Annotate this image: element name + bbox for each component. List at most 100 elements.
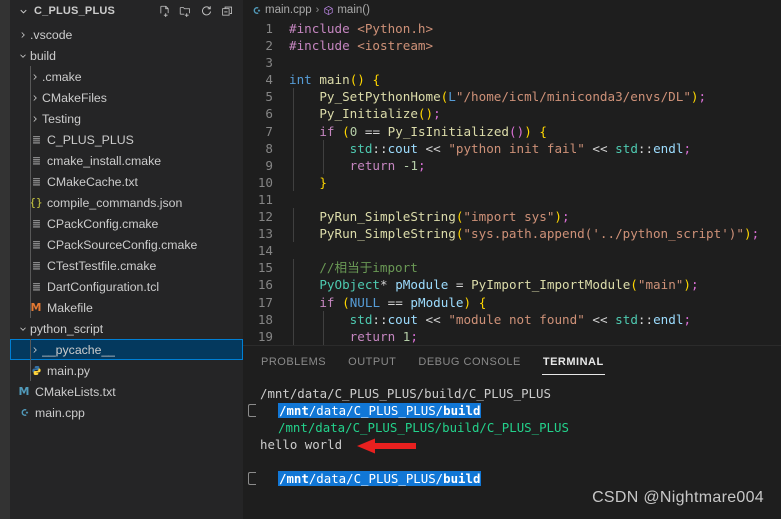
terminal-path-green: /mnt/data/C_PLUS_PLUS/build/C_PLUS_PLUS bbox=[278, 420, 569, 435]
tree-item-build[interactable]: build bbox=[10, 45, 243, 66]
tree-item-label: __pycache__ bbox=[42, 342, 116, 357]
prompt-decoration[interactable] bbox=[248, 472, 256, 485]
code-line[interactable]: #include <iostream> bbox=[289, 37, 781, 54]
indent-guide bbox=[30, 255, 31, 276]
tree-item-cpackconfig-cmake[interactable]: CPackConfig.cmake bbox=[10, 213, 243, 234]
indent-guide bbox=[323, 156, 324, 174]
code-line[interactable]: //相当于import bbox=[289, 259, 781, 277]
indent-guide bbox=[293, 225, 294, 243]
tree-item-cmakefiles[interactable]: CMakeFiles bbox=[10, 87, 243, 108]
code-line[interactable]: int main() { bbox=[289, 71, 781, 88]
code-line[interactable]: PyRun_SimpleString("import sys"); bbox=[289, 208, 781, 226]
breadcrumb-file[interactable]: main.cpp bbox=[251, 4, 312, 16]
explorer-header: C_PLUS_PLUS bbox=[10, 0, 243, 22]
breadcrumb-file-label: main.cpp bbox=[265, 4, 312, 16]
indent-guide bbox=[30, 171, 31, 192]
tree-item-label: CTestTestfile.cmake bbox=[47, 258, 157, 273]
indent-guide bbox=[30, 150, 31, 171]
line-number: 4 bbox=[265, 72, 273, 88]
new-file-icon[interactable] bbox=[157, 4, 172, 19]
code-line[interactable]: return 1; bbox=[289, 327, 781, 345]
line-number: 11 bbox=[257, 191, 273, 207]
tree-item-label: build bbox=[30, 48, 56, 63]
code-line[interactable]: if (NULL == pModule) { bbox=[289, 293, 781, 311]
tree-item-cmakelists-txt[interactable]: M CMakeLists.txt bbox=[10, 381, 243, 402]
line-number: 14 bbox=[257, 243, 273, 259]
panel-tab-terminal[interactable]: TERMINAL bbox=[541, 350, 605, 375]
cpp-file-icon bbox=[16, 407, 32, 418]
tree-item-label: CMakeCache.txt bbox=[47, 174, 138, 189]
vscode-window: C_PLUS_PLUS .vscode build .cmake CMakeFiles… bbox=[0, 0, 781, 519]
code-line[interactable]: std::cout << "module not found" << std::… bbox=[289, 310, 781, 328]
code-line[interactable]: } bbox=[289, 173, 781, 191]
code-line[interactable] bbox=[289, 54, 781, 71]
terminal-line: /mnt/data/C_PLUS_PLUS/build/C_PLUS_PLUS bbox=[260, 419, 771, 436]
code-line[interactable]: return -1; bbox=[289, 156, 781, 174]
tree-item-label: Testing bbox=[42, 111, 81, 126]
explorer-sidebar: C_PLUS_PLUS .vscode build .cmake CMakeFiles… bbox=[10, 0, 243, 519]
tree-item-vscode[interactable]: .vscode bbox=[10, 24, 243, 45]
code-line[interactable]: #include <Python.h> bbox=[289, 20, 781, 37]
line-number: 15 bbox=[257, 260, 273, 276]
panel-tab-output[interactable]: OUTPUT bbox=[347, 350, 397, 375]
code-line[interactable]: Py_Initialize(); bbox=[289, 105, 781, 123]
line-number: 7 bbox=[265, 123, 273, 139]
indent-guide bbox=[30, 87, 31, 108]
tree-item-cmakecache-txt[interactable]: CMakeCache.txt bbox=[10, 171, 243, 192]
code-line[interactable] bbox=[289, 191, 781, 208]
indent-guide bbox=[323, 139, 324, 157]
indent-guide bbox=[293, 88, 294, 106]
file-tree[interactable]: .vscode build .cmake CMakeFiles Testing C_PLU… bbox=[10, 22, 243, 423]
tree-item-makefile[interactable]: M Makefile bbox=[10, 297, 243, 318]
tree-item-c-plus-plus[interactable]: C_PLUS_PLUS bbox=[10, 129, 243, 150]
code-line[interactable] bbox=[289, 242, 781, 259]
tree-item-testing[interactable]: Testing bbox=[10, 108, 243, 129]
new-folder-icon[interactable] bbox=[178, 4, 193, 19]
refresh-icon[interactable] bbox=[199, 4, 214, 19]
panel-tab-debug-console[interactable]: DEBUG CONSOLE bbox=[417, 350, 521, 375]
tree-item-python-script[interactable]: python_script bbox=[10, 318, 243, 339]
panel-tab-problems[interactable]: PROBLEMS bbox=[260, 350, 327, 375]
breadcrumb[interactable]: main.cpp › main() bbox=[243, 0, 781, 20]
indent-guide bbox=[293, 105, 294, 123]
code-line[interactable]: std::cout << "python init fail" << std::… bbox=[289, 139, 781, 157]
code-line[interactable]: PyRun_SimpleString("sys.path.append('../… bbox=[289, 225, 781, 243]
chevron-down-icon[interactable] bbox=[16, 324, 30, 334]
indent-guide bbox=[30, 276, 31, 297]
code-line[interactable]: if (0 == Py_IsInitialized()) { bbox=[289, 122, 781, 140]
code-editor[interactable]: 1 2 3 4 5 6 7 8 9 10 11 12 13 14 15 16 17 18 19 #include <… bbox=[243, 20, 781, 345]
indent-guide bbox=[30, 108, 31, 129]
code-line[interactable]: PyObject* pModule = PyImport_ImportModul… bbox=[289, 276, 781, 294]
collapse-all-icon[interactable] bbox=[220, 4, 235, 19]
breadcrumb-separator: › bbox=[315, 4, 320, 16]
chevron-down-icon[interactable] bbox=[16, 4, 30, 18]
code-line[interactable]: Py_SetPythonHome(L"/home/icml/miniconda3… bbox=[289, 88, 781, 106]
cpp-file-icon bbox=[251, 5, 262, 16]
tree-item-main-py[interactable]: main.py bbox=[10, 360, 243, 381]
tree-item-compile-commands-json[interactable]: {} compile_commands.json bbox=[10, 192, 243, 213]
terminal-prompt-path: /mnt/data/C_PLUS_PLUS/build bbox=[278, 403, 482, 418]
tree-item-cmake[interactable]: .cmake bbox=[10, 66, 243, 87]
tree-item-ctesttestfile-cmake[interactable]: CTestTestfile.cmake bbox=[10, 255, 243, 276]
tree-item-label: CMakeLists.txt bbox=[35, 384, 116, 399]
tree-item-cmake-install-cmake[interactable]: cmake_install.cmake bbox=[10, 150, 243, 171]
tree-item-pycache[interactable]: __pycache__ bbox=[10, 339, 243, 360]
makefile-icon: M bbox=[18, 385, 30, 398]
line-number: 10 bbox=[257, 174, 273, 190]
code-content[interactable]: #include <Python.h> #include <iostream> i… bbox=[285, 20, 781, 345]
panel-tabs[interactable]: PROBLEMS OUTPUT DEBUG CONSOLE TERMINAL bbox=[243, 346, 781, 379]
activity-bar[interactable] bbox=[0, 0, 10, 519]
line-number: 19 bbox=[257, 328, 273, 344]
prompt-decoration[interactable] bbox=[248, 404, 256, 417]
watermark-text: CSDN @Nightmare004 bbox=[592, 489, 764, 506]
line-number: 17 bbox=[257, 294, 273, 310]
chevron-right-icon[interactable] bbox=[16, 30, 30, 40]
method-symbol-icon bbox=[323, 5, 334, 16]
tree-item-label: CPackConfig.cmake bbox=[47, 216, 159, 231]
chevron-down-icon[interactable] bbox=[16, 51, 30, 61]
breadcrumb-symbol[interactable]: main() bbox=[323, 4, 370, 16]
tree-item-cpacksourceconfig-cmake[interactable]: CPackSourceConfig.cmake bbox=[10, 234, 243, 255]
tree-item-dartconfiguration-tcl[interactable]: DartConfiguration.tcl bbox=[10, 276, 243, 297]
tree-item-main-cpp[interactable]: main.cpp bbox=[10, 402, 243, 423]
indent-guide bbox=[293, 310, 294, 328]
